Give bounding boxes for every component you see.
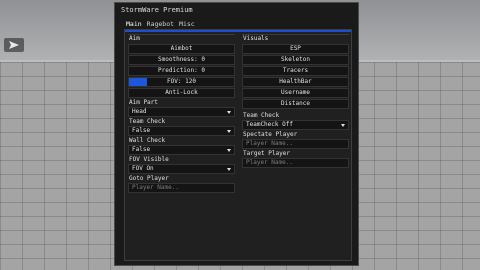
wall-check-dropdown[interactable]: False: [128, 145, 235, 155]
aim-part-value: Head: [132, 108, 147, 115]
esp-button[interactable]: ESP: [242, 44, 349, 54]
window-title: StormWare Premium: [121, 6, 193, 14]
visuals-team-check-value: TeamCheck Off: [246, 121, 293, 128]
chevron-down-icon: [227, 168, 231, 171]
wall-check-value: False: [132, 146, 151, 153]
team-check-dropdown[interactable]: False: [128, 126, 235, 136]
aimbot-button[interactable]: Aimbot: [128, 44, 235, 54]
tracers-button[interactable]: Tracers: [242, 66, 349, 76]
visuals-panel-title: Visuals: [242, 34, 349, 43]
tab-main[interactable]: Main: [124, 19, 144, 29]
aim-panel: Aim Aimbot Smoothness: 0 Prediction: 0 F…: [128, 34, 235, 194]
goto-player-label: Goto Player: [129, 175, 169, 182]
prediction-slider[interactable]: Prediction: 0: [128, 66, 235, 76]
fov-visible-dropdown[interactable]: FOV On: [128, 164, 235, 174]
smoothness-slider[interactable]: Smoothness: 0: [128, 55, 235, 65]
username-button[interactable]: Username: [242, 88, 349, 98]
visuals-team-check-label: Team Check: [243, 112, 280, 119]
chevron-down-icon: [227, 149, 231, 152]
target-player-input[interactable]: Player Name..: [242, 158, 349, 168]
chevron-down-icon: [227, 130, 231, 133]
cheat-menu-window: StormWare Premium Main Ragebot Misc Aim …: [114, 2, 359, 266]
chevron-down-icon: [341, 124, 345, 127]
accent-line: [125, 30, 351, 32]
fov-visible-label: FOV Visible: [129, 156, 169, 163]
goto-player-input[interactable]: Player Name..: [128, 183, 235, 193]
send-arrow-icon: [9, 41, 19, 49]
spectate-player-label: Spectate Player: [243, 131, 298, 138]
anti-lock-button[interactable]: Anti-Lock: [128, 88, 235, 98]
healthbar-button[interactable]: HealthBar: [242, 77, 349, 87]
team-check-value: False: [132, 127, 151, 134]
tab-ragebot[interactable]: Ragebot: [145, 19, 176, 29]
aim-part-dropdown[interactable]: Head: [128, 107, 235, 117]
tab-bar: Main Ragebot Misc: [124, 19, 197, 29]
fov-visible-value: FOV On: [132, 165, 154, 172]
chat-button[interactable]: [4, 38, 24, 52]
team-check-label: Team Check: [129, 118, 166, 125]
prediction-label: Prediction: 0: [158, 67, 205, 74]
aim-panel-title: Aim: [128, 34, 235, 43]
tab-content: Aim Aimbot Smoothness: 0 Prediction: 0 F…: [124, 29, 352, 261]
tab-misc[interactable]: Misc: [177, 19, 197, 29]
wall-check-label: Wall Check: [129, 137, 166, 144]
smoothness-label: Smoothness: 0: [158, 56, 205, 63]
fov-fill: [129, 78, 147, 86]
aim-part-label: Aim Part: [129, 99, 158, 106]
target-player-label: Target Player: [243, 150, 290, 157]
chevron-down-icon: [227, 111, 231, 114]
fov-slider[interactable]: FOV: 120: [128, 77, 235, 87]
fov-label: FOV: 120: [167, 78, 196, 85]
distance-button[interactable]: Distance: [242, 99, 349, 109]
visuals-panel: Visuals ESP Skeleton Tracers HealthBar U…: [242, 34, 349, 169]
skeleton-button[interactable]: Skeleton: [242, 55, 349, 65]
spectate-player-input[interactable]: Player Name..: [242, 139, 349, 149]
visuals-team-check-dropdown[interactable]: TeamCheck Off: [242, 120, 349, 130]
